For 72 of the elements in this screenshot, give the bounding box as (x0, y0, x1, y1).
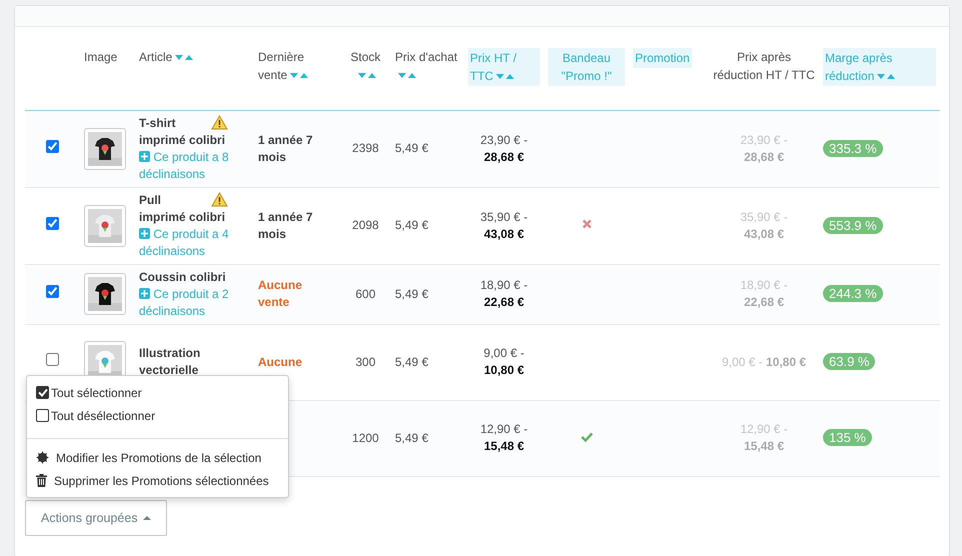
trash-icon (36, 474, 47, 487)
menu-item-label: Supprimer les Promotions sélectionnées (54, 474, 269, 488)
reduced-price-ht: 35,90 € - (739, 208, 789, 226)
price-ttc: 15,48 € (482, 438, 526, 455)
menu-item[interactable]: Tout désélectionner (27, 404, 288, 428)
menu-item[interactable]: Modifier les Promotions de la sélection (27, 446, 288, 470)
reduced-price-ttc: 15,48 € (742, 438, 786, 455)
reduced-price-ht: 12,90 € - (739, 421, 789, 438)
menu-item[interactable]: Supprimer les Promotions sélectionnées (27, 470, 288, 492)
price-ht: 35,90 € - (479, 208, 529, 226)
reduced-price-ht: 23,90 € - (739, 132, 789, 148)
last-sale: 1 année 7 mois (258, 132, 314, 166)
reduced-price-ttc: 10,80 € (766, 354, 806, 368)
margin-badge: 63.9 % (823, 353, 876, 370)
reduced-price-ht: 18,90 € - (739, 277, 789, 294)
price-ht: 23,90 € - (479, 132, 529, 148)
stock-value: 2098 (352, 218, 379, 232)
last-sale: 1 année 7 mois (258, 208, 314, 242)
plus-icon (139, 228, 150, 238)
product-name: T-shirt imprimé colibri (139, 116, 226, 146)
gear-icon (36, 451, 49, 464)
bulk-actions-button[interactable]: Actions groupées (25, 500, 167, 536)
price-ttc: 10,80 € (482, 362, 526, 379)
reduced-price-ttc: 43,08 € (742, 226, 786, 242)
sort-icon[interactable] (877, 74, 896, 80)
plus-icon (139, 288, 150, 298)
purchase-price: 5,49 € (395, 141, 428, 155)
margin-badge: 135 % (823, 429, 872, 446)
purchase-price: 5,49 € (395, 286, 428, 300)
stock-value: 2398 (352, 141, 379, 155)
last-sale: Aucune vente (258, 277, 304, 311)
caret-icon (142, 516, 151, 520)
menu-item-label: Modifier les Promotions de la sélection (56, 450, 262, 464)
purchase-price: 5,49 € (395, 354, 428, 368)
reduced-price-ht: 9,00 € - (722, 354, 763, 368)
column-header[interactable]: Stock (344, 48, 387, 84)
column-header[interactable]: Dernière vente (258, 48, 336, 84)
sort-icon[interactable] (398, 73, 416, 78)
stock-value: 600 (355, 286, 376, 300)
product-name: Illustration vectorielle (139, 346, 200, 377)
purchase-price: 5,49 € (395, 218, 428, 232)
price-ht: 9,00 € - (482, 345, 526, 362)
row-checkbox[interactable] (46, 285, 59, 298)
price-ttc: 28,68 € (482, 148, 526, 166)
row-checkbox[interactable] (46, 353, 59, 366)
sort-icon[interactable] (290, 73, 308, 78)
margin-badge: 335.3 % (823, 140, 883, 156)
sort-icon[interactable] (358, 73, 376, 78)
sort-icon[interactable] (175, 55, 194, 60)
stock-value: 1200 (352, 430, 379, 444)
product-name: Coussin colibri (139, 270, 226, 284)
last-sale: Aucune (258, 354, 304, 370)
price-ttc: 22,68 € (482, 294, 526, 311)
stock-value: 300 (355, 354, 376, 368)
margin-badge: 553.9 % (823, 216, 883, 234)
product-name: Pull imprimé colibri (139, 192, 226, 224)
purchase-price: 5,49 € (395, 430, 428, 444)
price-ht: 18,90 € - (479, 277, 529, 294)
reduced-price-ttc: 22,68 € (742, 294, 786, 311)
column-header[interactable]: Article (139, 48, 194, 66)
plus-icon (139, 150, 150, 162)
row-checkbox[interactable] (46, 140, 59, 152)
price-ht: 12,90 € - (479, 421, 529, 438)
column-header[interactable]: Prix d'achat (395, 48, 460, 84)
column-header[interactable]: Prix après réduction HT / TTC (713, 48, 815, 84)
price-ttc: 43,08 € (482, 226, 526, 242)
sort-icon[interactable] (496, 74, 514, 80)
reduced-price-ttc: 28,68 € (742, 148, 786, 166)
row-checkbox[interactable] (46, 216, 59, 230)
menu-item[interactable]: Tout sélectionner (27, 382, 288, 404)
margin-badge: 244.3 % (823, 285, 883, 302)
column-header[interactable]: Image (84, 48, 118, 66)
